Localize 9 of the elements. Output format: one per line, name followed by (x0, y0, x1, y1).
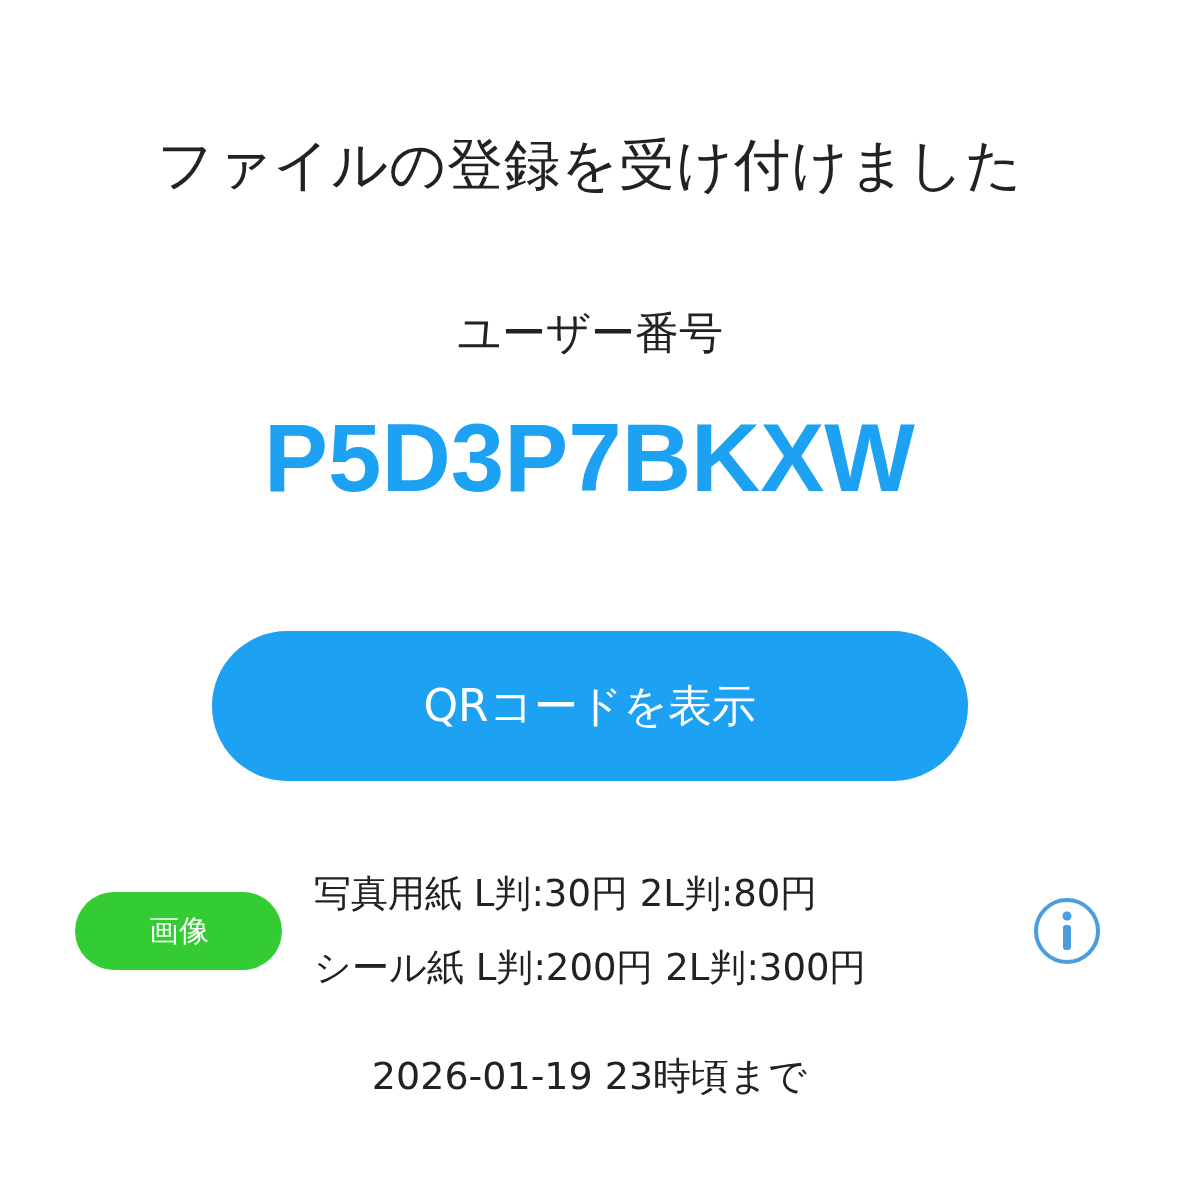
price-line: 写真用紙 L判:30円 2L判:80円 (314, 871, 819, 917)
price-line: シール紙 L判:200円 2L判:300円 (314, 945, 868, 991)
category-badge: 画像 (75, 892, 282, 970)
user-number-label: ユーザー番号 (456, 306, 723, 360)
user-number: P5D3P7BKXW (264, 403, 915, 513)
page-title: ファイルの登録を受け付けました (156, 131, 1023, 199)
info-icon[interactable] (1033, 897, 1101, 965)
show-qr-button[interactable]: QRコードを表示 (211, 631, 968, 781)
deadline-text: 2026-01-19 23時頃まで (371, 1053, 808, 1100)
